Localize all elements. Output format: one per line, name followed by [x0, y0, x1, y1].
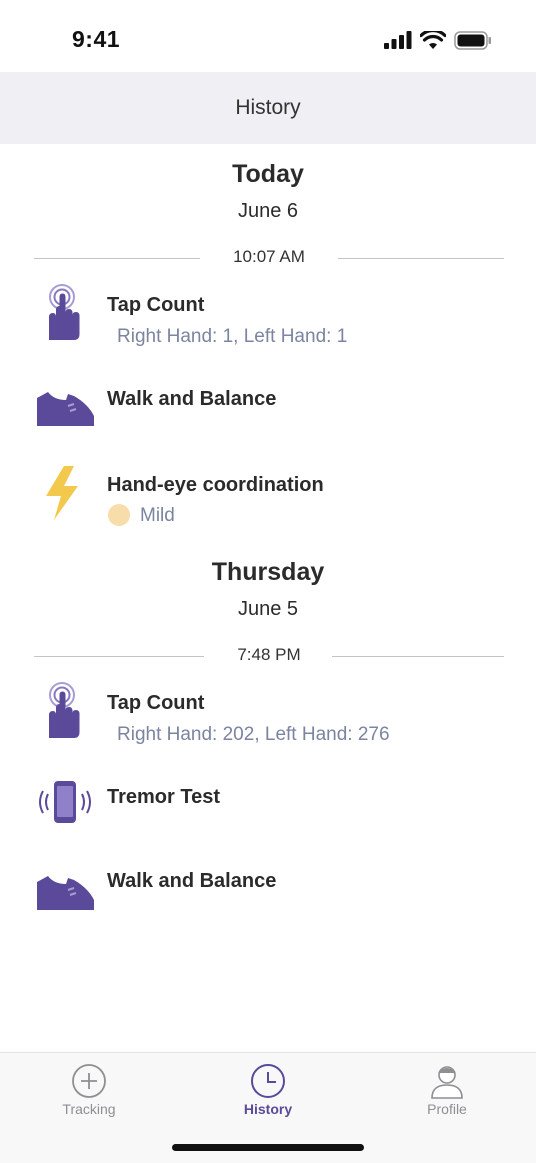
tab-label: History	[243, 1101, 293, 1117]
tab-tracking[interactable]: Tracking	[29, 1063, 149, 1117]
status-time: 9:41	[72, 26, 121, 52]
status-bar: 9:41	[0, 0, 536, 72]
nav-header: History	[0, 72, 536, 144]
day-date: June 6	[237, 200, 299, 222]
time-separator: 7:48 PM	[34, 645, 504, 667]
day-title: Today	[232, 160, 304, 188]
history-entry-walk-balance[interactable]: Walk and Balance	[0, 382, 536, 452]
entry-title: Tremor Test	[107, 786, 220, 808]
time-label: 10:07 AM	[233, 247, 305, 266]
history-entry-tap-count[interactable]: Tap Count Right Hand: 202, Left Hand: 27…	[0, 680, 536, 750]
tap-hand-icon	[49, 284, 80, 340]
shoe-icon	[37, 392, 94, 426]
history-entry-hand-eye[interactable]: Hand-eye coordination Mild	[0, 462, 536, 532]
cellular-signal-icon	[384, 31, 412, 49]
time-separator: 10:07 AM	[34, 247, 504, 269]
time-label: 7:48 PM	[237, 645, 301, 664]
entry-title: Walk and Balance	[107, 388, 277, 410]
entry-title: Hand-eye coordination	[107, 474, 324, 496]
home-indicator[interactable]	[172, 1144, 364, 1151]
tab-label: Profile	[427, 1101, 467, 1117]
vibrating-phone-icon	[39, 781, 91, 823]
battery-icon	[454, 30, 491, 50]
entry-title: Walk and Balance	[107, 870, 277, 892]
day-title: Thursday	[211, 558, 325, 586]
entry-detail: Right Hand: 1, Left Hand: 1	[117, 326, 348, 347]
history-entry-tremor-test[interactable]: Tremor Test	[0, 776, 536, 846]
plus-circle-icon	[72, 1064, 106, 1098]
tab-label: Tracking	[62, 1101, 116, 1117]
entry-title: Tap Count	[107, 692, 205, 714]
tab-profile[interactable]: Profile	[387, 1063, 507, 1117]
shoe-icon	[37, 876, 94, 910]
history-entry-walk-balance[interactable]: Walk and Balance	[0, 866, 536, 936]
severity-dot	[108, 504, 130, 526]
clock-icon	[251, 1064, 285, 1098]
status-icons	[384, 28, 492, 52]
tap-hand-icon	[49, 682, 80, 738]
page-title: History	[235, 96, 301, 119]
tab-history[interactable]: History	[208, 1063, 328, 1117]
day-date: June 5	[237, 598, 299, 620]
entry-title: Tap Count	[107, 294, 205, 316]
wifi-icon	[420, 30, 446, 49]
entry-detail: Right Hand: 202, Left Hand: 276	[117, 724, 390, 745]
person-icon	[431, 1066, 463, 1099]
history-entry-tap-count[interactable]: Tap Count Right Hand: 1, Left Hand: 1	[0, 282, 536, 352]
lightning-icon	[46, 466, 78, 520]
severity-label: Mild	[140, 505, 175, 526]
